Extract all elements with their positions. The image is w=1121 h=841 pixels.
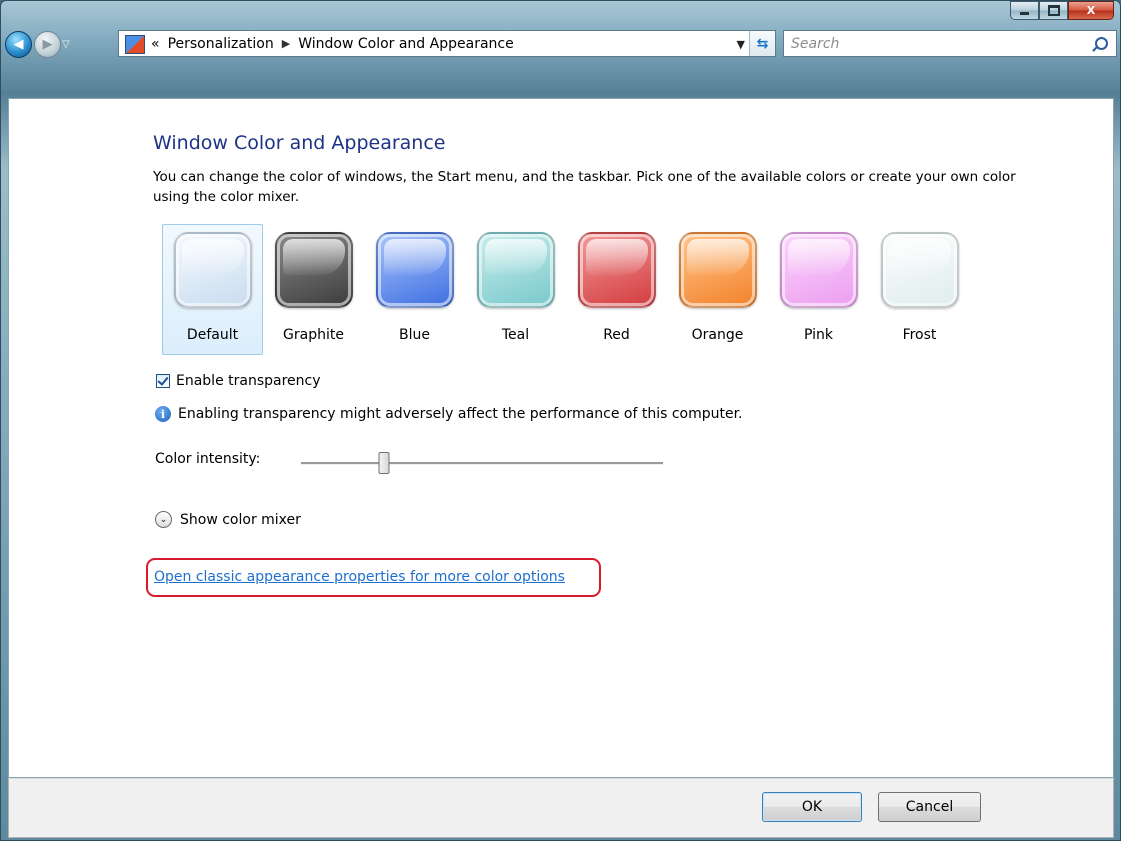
page-description: You can change the color of windows, the…	[153, 169, 1016, 205]
address-bar[interactable]: « Personalization ▶ Window Color and App…	[118, 30, 776, 57]
color-swatch-frost[interactable]: Frost	[869, 224, 970, 355]
swatch-label: Graphite	[283, 327, 344, 343]
swatch-label: Teal	[501, 327, 530, 343]
show-color-mixer-toggle[interactable]: ⌄ Show color mixer	[155, 511, 301, 528]
search-box[interactable]	[783, 30, 1117, 57]
info-text: Enabling transparency might adversely af…	[178, 406, 743, 422]
swatch-tile[interactable]	[274, 232, 353, 308]
chevron-down-icon[interactable]: ⌄	[155, 511, 172, 528]
refresh-icon: ⇆	[756, 35, 769, 52]
close-icon: X	[1086, 4, 1096, 17]
breadcrumb-separator-icon[interactable]: ▶	[282, 37, 290, 50]
ok-button[interactable]: OK	[762, 792, 862, 822]
transparency-info: i Enabling transparency might adversely …	[155, 406, 743, 422]
color-swatch-teal[interactable]: Teal	[465, 224, 566, 355]
minimize-icon	[1020, 12, 1029, 15]
slider-track[interactable]	[301, 462, 663, 465]
swatch-tile[interactable]	[476, 232, 555, 308]
swatch-tile[interactable]	[577, 232, 656, 308]
swatch-label: Pink	[803, 327, 833, 343]
swatch-label: Blue	[399, 327, 430, 343]
color-swatch-default[interactable]: Default	[162, 224, 263, 355]
maximize-icon	[1047, 5, 1060, 16]
dialog-footer: OK Cancel	[8, 778, 1114, 838]
color-swatch-red[interactable]: Red	[566, 224, 667, 355]
personalization-window: X ◀ ▶ ▽ « Personalization ▶ Window Color…	[0, 0, 1121, 841]
window-controls: X	[1010, 1, 1114, 21]
forward-button[interactable]: ▶	[34, 31, 61, 58]
show-color-mixer-label[interactable]: Show color mixer	[180, 512, 301, 528]
color-intensity-label: Color intensity:	[155, 451, 261, 467]
cancel-button[interactable]: Cancel	[878, 792, 981, 822]
swatch-tile[interactable]	[779, 232, 858, 308]
swatch-label: Red	[603, 327, 630, 343]
transparency-label[interactable]: Enable transparency	[176, 373, 321, 389]
color-swatch-pink[interactable]: Pink	[768, 224, 869, 355]
breadcrumb-overflow[interactable]: «	[151, 36, 160, 52]
swatch-tile[interactable]	[375, 232, 454, 308]
control-panel-icon	[125, 35, 145, 54]
page-title: Window Color and Appearance	[153, 132, 446, 154]
slider-thumb[interactable]	[378, 452, 390, 474]
back-button[interactable]: ◀	[5, 31, 32, 58]
swatch-tile[interactable]	[678, 232, 757, 308]
swatch-tile[interactable]	[173, 232, 252, 308]
forward-arrow-icon: ▶	[42, 37, 53, 52]
content-pane: Window Color and Appearance You can chan…	[8, 98, 1114, 778]
color-swatch-graphite[interactable]: Graphite	[263, 224, 364, 355]
transparency-checkbox[interactable]	[156, 374, 170, 388]
address-dropdown-icon[interactable]: ▼	[737, 38, 745, 51]
minimize-button[interactable]	[1010, 1, 1039, 20]
swatch-label: Orange	[691, 327, 744, 343]
color-swatch-orange[interactable]: Orange	[667, 224, 768, 355]
color-intensity-slider[interactable]	[301, 452, 663, 474]
navigation-bar: ◀ ▶ ▽ « Personalization ▶ Window Color a…	[1, 28, 1120, 61]
close-button[interactable]: X	[1068, 1, 1114, 20]
info-icon: i	[155, 406, 171, 422]
back-arrow-icon: ◀	[13, 37, 24, 52]
maximize-button[interactable]	[1039, 1, 1068, 20]
swatch-tile[interactable]	[880, 232, 959, 308]
transparency-row[interactable]: Enable transparency	[156, 373, 321, 389]
breadcrumb-window-color[interactable]: Window Color and Appearance	[298, 36, 514, 52]
search-icon[interactable]	[1095, 37, 1108, 50]
refresh-button[interactable]: ⇆	[749, 31, 775, 56]
color-swatches: Default Graphite Blue Teal Red Orange Pink Fros…	[162, 224, 970, 355]
breadcrumb-personalization[interactable]: Personalization	[168, 36, 274, 52]
recent-pages-dropdown-icon[interactable]: ▽	[62, 39, 70, 50]
color-swatch-blue[interactable]: Blue	[364, 224, 465, 355]
search-input[interactable]	[784, 31, 1084, 56]
breadcrumb: « Personalization ▶ Window Color and App…	[151, 36, 514, 52]
swatch-label: Frost	[902, 327, 937, 343]
swatch-label: Default	[186, 327, 239, 343]
highlight-annotation	[146, 558, 601, 597]
